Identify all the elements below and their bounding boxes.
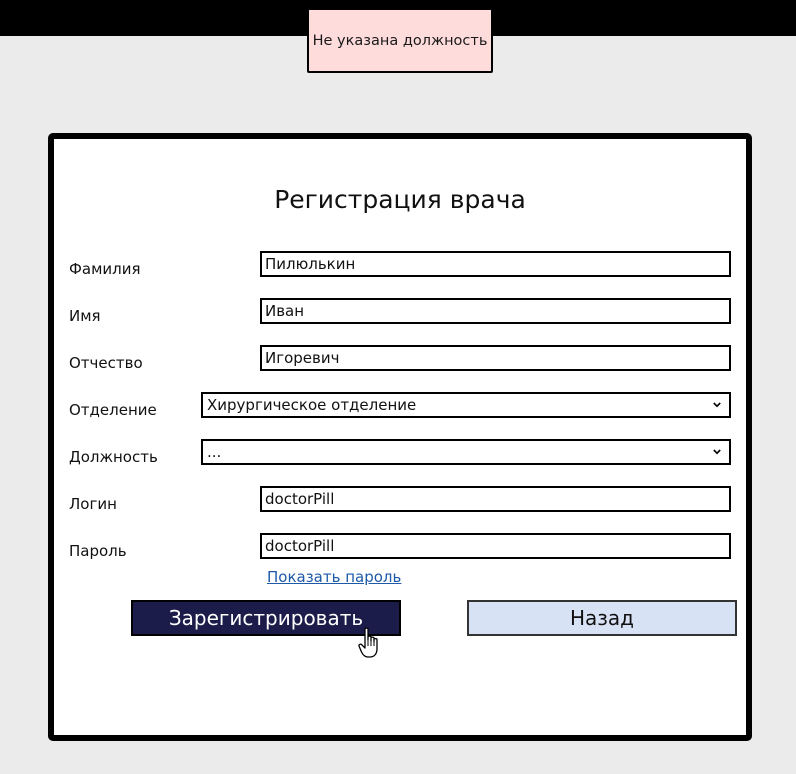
department-label: Отделение bbox=[69, 401, 157, 419]
back-button[interactable]: Назад bbox=[467, 600, 737, 636]
department-select-value: Хирургическое отделение bbox=[207, 396, 417, 414]
surname-input[interactable] bbox=[260, 251, 731, 277]
department-select[interactable]: Хирургическое отделение bbox=[201, 392, 731, 418]
name-label: Имя bbox=[69, 307, 101, 325]
surname-label: Фамилия bbox=[69, 260, 141, 278]
hand-pointer-icon bbox=[358, 627, 378, 658]
login-label: Логин bbox=[69, 495, 117, 513]
patronymic-label: Отчество bbox=[69, 354, 143, 372]
error-toast: Не указана должность bbox=[307, 8, 493, 73]
show-password-link[interactable]: Показать пароль bbox=[267, 568, 401, 586]
chevron-down-icon bbox=[713, 449, 721, 455]
registration-panel: Регистрация врача Фамилия Имя Отчество О… bbox=[48, 133, 752, 741]
chevron-down-icon bbox=[713, 402, 721, 408]
login-input[interactable] bbox=[260, 486, 731, 512]
password-label: Пароль bbox=[69, 542, 127, 560]
position-select-value: ... bbox=[207, 443, 222, 461]
patronymic-input[interactable] bbox=[260, 345, 731, 371]
error-toast-message: Не указана должность bbox=[312, 32, 488, 49]
password-input[interactable] bbox=[260, 533, 731, 559]
page-title: Регистрация врача bbox=[274, 185, 526, 214]
position-label: Должность bbox=[69, 448, 158, 466]
name-input[interactable] bbox=[260, 298, 731, 324]
position-select[interactable]: ... bbox=[201, 439, 731, 465]
